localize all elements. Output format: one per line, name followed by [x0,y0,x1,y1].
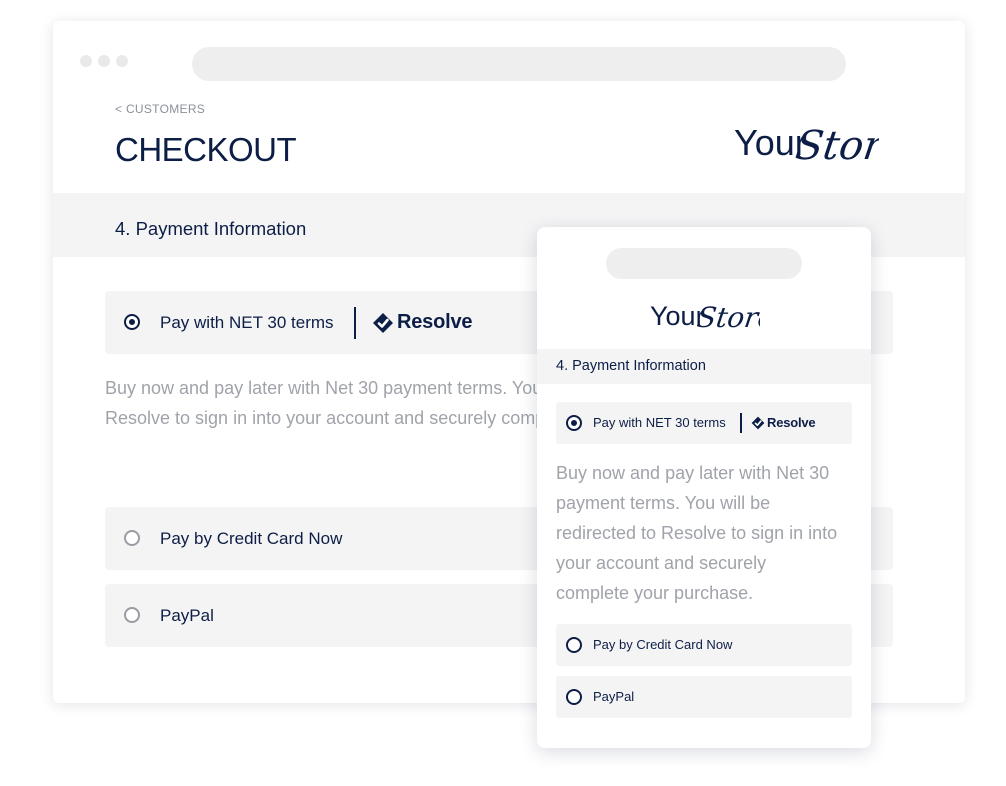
option-credit-card-label: Pay by Credit Card Now [160,529,343,548]
mobile-description-line: redirected to Resolve to sign in into [556,523,838,543]
radio-empty-icon[interactable] [566,637,582,653]
window-dot-icon[interactable] [80,55,92,67]
mobile-preview: Your Store 4. Payment Information Pay wi… [537,227,871,748]
resolve-logo-icon [751,416,765,429]
mobile-logo-script-text: Store [695,301,760,334]
mobile-option-paypal-label: PayPal [593,689,635,704]
radio-selected-icon[interactable] [566,415,582,431]
net30-description-line: Resolve to sign in into your account and… [105,408,545,428]
option-net30-label: Pay with NET 30 terms [160,313,334,332]
mobile-option-net30[interactable]: Pay with NET 30 terms Resolve [556,402,852,444]
mobile-resolve-brand: Resolve [751,415,816,430]
divider [354,307,356,339]
mobile-description-line: payment terms. You will be [556,493,771,513]
radio-empty-icon[interactable] [566,689,582,705]
section-title: 4. Payment Information [115,218,307,239]
radio-empty-icon[interactable] [124,607,140,623]
window-controls [80,55,128,67]
mobile-resolve-brand-text: Resolve [767,415,816,430]
mobile-section-title: 4. Payment Information [556,358,706,374]
mobile-option-credit-card-label: Pay by Credit Card Now [593,637,733,652]
radio-selected-icon[interactable] [124,314,140,330]
mobile-address-bar[interactable] [606,248,802,279]
mobile-option-credit-card[interactable]: Pay by Credit Card Now [556,624,852,666]
mobile-option-net30-label: Pay with NET 30 terms [593,415,726,430]
radio-empty-icon[interactable] [124,530,140,546]
mobile-description-line: complete your purchase. [556,583,754,603]
divider [740,413,742,433]
mobile-your-store-logo: Your Store [650,301,760,334]
resolve-logo-icon [373,312,393,333]
net30-description: Buy now and pay later with Net 30 paymen… [105,373,545,443]
mobile-description-line: Buy now and pay later with Net 30 [556,463,830,483]
window-dot-icon[interactable] [116,55,128,67]
logo-script-text: Store [793,123,879,169]
resolve-brand-text: Resolve [397,311,473,333]
mobile-description-line: your account and securely [556,553,767,573]
mobile-net30-description: Buy now and pay later with Net 30 paymen… [556,458,856,608]
window-dot-icon[interactable] [98,55,110,67]
mobile-option-paypal[interactable]: PayPal [556,676,852,718]
breadcrumb-customers[interactable]: < CUSTOMERS [115,102,205,116]
net30-description-line: Buy now and pay later with Net 30 paymen… [105,378,545,398]
page-title: CHECKOUT [115,131,297,168]
resolve-brand: Resolve [372,311,473,334]
option-paypal-label: PayPal [160,606,214,625]
address-bar[interactable] [192,47,846,81]
your-store-logo: Your Store [734,122,879,169]
